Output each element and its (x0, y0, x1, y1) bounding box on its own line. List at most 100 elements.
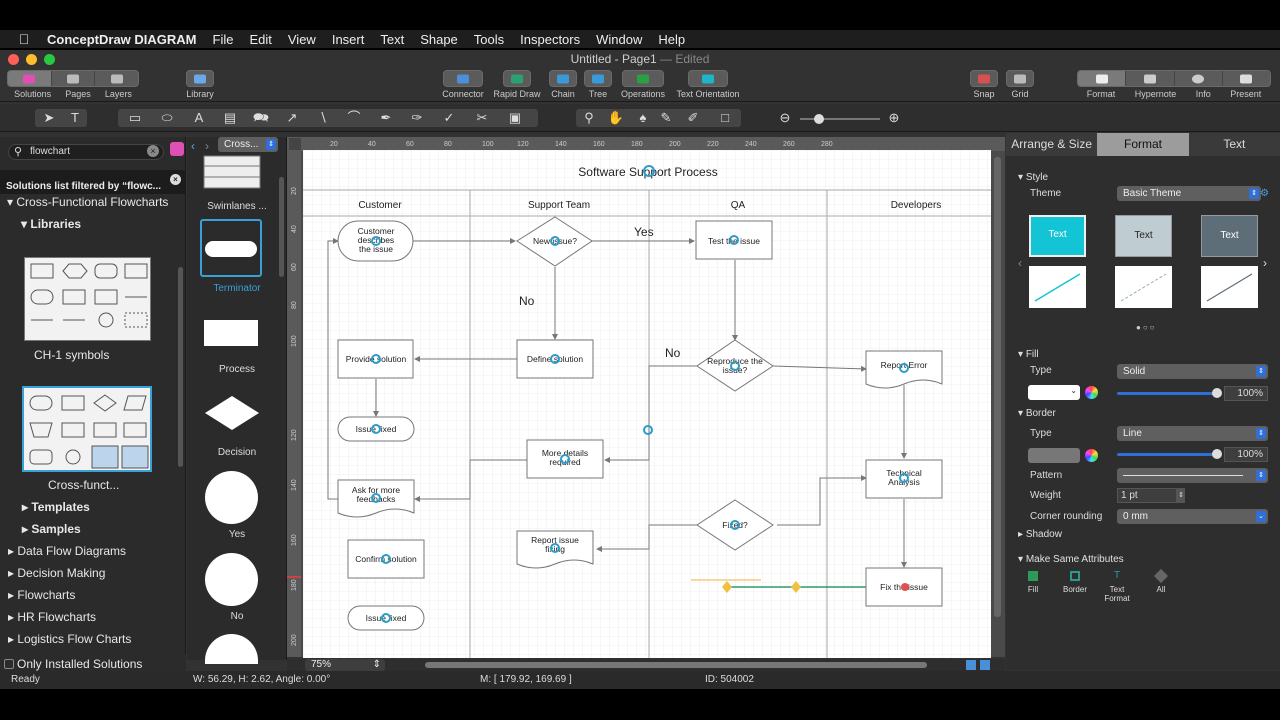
brush-tool-icon[interactable]: ✐ (680, 109, 706, 127)
fit-view-icon[interactable] (980, 660, 990, 670)
no-shape-icon[interactable] (205, 553, 258, 606)
layers-toggle[interactable] (95, 71, 138, 86)
fill-opacity-thumb[interactable] (1212, 388, 1222, 398)
text-tool-icon[interactable]: T (62, 109, 88, 127)
callout-tool-icon[interactable]: 🗪 (248, 109, 274, 127)
lane-qa[interactable]: QA (731, 200, 746, 211)
info-toggle[interactable] (1175, 71, 1223, 86)
zoom-slider-thumb[interactable] (814, 114, 824, 124)
menu-shape[interactable]: Shape (412, 32, 466, 47)
shadow-section[interactable]: ▸ Shadow (1018, 529, 1062, 540)
tree-templates[interactable]: ▸ Templates (22, 500, 208, 514)
left-panel-scrollbar[interactable] (178, 267, 183, 467)
canvas-vertical-scrollbar[interactable] (994, 157, 1001, 617)
tab-arrange-size[interactable]: Arrange & Size (1006, 133, 1098, 156)
solutions-toggle[interactable] (8, 71, 52, 86)
nav-back-icon[interactable]: ‹ (191, 139, 195, 153)
lane-developers[interactable]: Developers (891, 200, 942, 211)
menu-help[interactable]: Help (650, 32, 693, 47)
fill-type-select[interactable]: Solid ⇕ (1117, 364, 1268, 379)
hand-tool-icon[interactable]: ✋ (603, 109, 629, 127)
bezier-tool-icon[interactable]: ✑ (404, 109, 430, 127)
minimize-window-button[interactable] (26, 54, 37, 65)
chain-button[interactable]: Chain (547, 70, 579, 99)
nav-forward-icon[interactable]: › (205, 139, 209, 153)
make-same-border-button[interactable]: Border (1060, 569, 1090, 594)
process-shape-icon[interactable] (204, 320, 258, 346)
border-color-picker-icon[interactable] (1085, 449, 1098, 462)
make-same-fill-button[interactable]: Fill (1023, 569, 1043, 594)
fill-opacity-slider[interactable] (1117, 388, 1222, 398)
tree-button[interactable]: Tree (583, 70, 613, 99)
menu-view[interactable]: View (280, 32, 324, 47)
only-installed-checkbox[interactable] (4, 659, 14, 669)
menu-window[interactable]: Window (588, 32, 650, 47)
make-same-section[interactable]: ▾ Make Same Attributes (1018, 554, 1124, 565)
pages-toggle[interactable] (52, 71, 96, 86)
library-thumb-ch1[interactable] (24, 257, 151, 341)
decision-shape-icon[interactable] (204, 395, 260, 431)
border-color-well[interactable] (1028, 448, 1080, 463)
line-style-dark-icon[interactable] (1201, 266, 1258, 308)
weight-stepper-icon[interactable]: ⇕ (1177, 488, 1185, 503)
connection-point-tool-icon[interactable]: ▣ (502, 109, 528, 127)
scissors-tool-icon[interactable]: ✂ (469, 109, 495, 127)
menu-text[interactable]: Text (372, 32, 412, 47)
zoom-window-button[interactable] (44, 54, 55, 65)
canvas-horizontal-scrollbar[interactable] (425, 662, 927, 668)
border-opacity-thumb[interactable] (1212, 449, 1222, 459)
rapid-draw-button[interactable]: Rapid Draw (491, 70, 543, 99)
hypernote-toggle[interactable] (1126, 71, 1175, 86)
style-section[interactable]: ▾ Style (1018, 172, 1048, 183)
theme-select[interactable]: Basic Theme ⇕ (1117, 186, 1261, 201)
format-toggle[interactable] (1078, 71, 1127, 86)
menu-file[interactable]: File (205, 32, 242, 47)
app-name-menu[interactable]: ConceptDraw DIAGRAM (39, 32, 205, 47)
diagram-page[interactable]: Software Support Process Customer Suppor… (303, 150, 991, 658)
solutions-brand-icon[interactable] (170, 142, 184, 156)
crop-tool-icon[interactable]: □ (712, 109, 738, 127)
fill-opacity-field[interactable]: 100% (1224, 386, 1268, 401)
snap-button[interactable]: Snap (969, 70, 999, 99)
text-orientation-button[interactable]: Text Orientation (673, 70, 743, 99)
arc-tool-icon[interactable]: ⌒ (341, 109, 367, 127)
pointer-tool-icon[interactable]: ➤ (36, 109, 62, 127)
terminator-shape[interactable] (200, 219, 262, 277)
tree-samples[interactable]: ▸ Samples (22, 522, 208, 536)
fix-issue-marker[interactable] (901, 583, 909, 591)
style-prev-icon[interactable]: ‹ (1018, 256, 1022, 270)
zoom-slider[interactable] (800, 114, 880, 124)
menu-edit[interactable]: Edit (241, 32, 279, 47)
make-same-all-button[interactable]: All (1151, 568, 1171, 594)
weight-field[interactable]: 1 pt (1117, 488, 1177, 503)
operations-button[interactable]: Operations (618, 70, 668, 99)
page-view-icon[interactable] (966, 660, 976, 670)
library-thumb-cross-functional[interactable] (22, 386, 152, 472)
menu-insert[interactable]: Insert (324, 32, 373, 47)
tree-decision-making[interactable]: ▸ Decision Making (8, 566, 194, 580)
only-installed-toggle[interactable]: Only Installed Solutions (0, 657, 186, 671)
swimlanes-shape-icon[interactable] (203, 155, 261, 189)
tab-text[interactable]: Text (1188, 133, 1280, 156)
rectangle-tool-icon[interactable]: ▭ (122, 109, 148, 127)
theme-settings-icon[interactable]: ⚙ (1260, 188, 1269, 199)
present-toggle[interactable] (1223, 71, 1270, 86)
eyedropper-tool-icon[interactable]: ✎ (653, 109, 679, 127)
tree-flowcharts[interactable]: ▸ Flowcharts (8, 588, 194, 602)
fill-color-well[interactable]: ⌄ (1028, 385, 1080, 400)
menu-inspectors[interactable]: Inspectors (512, 32, 588, 47)
border-section[interactable]: ▾ Border (1018, 408, 1056, 419)
tree-solution-cross-functional[interactable]: ▾ Cross-Functional Flowcharts (7, 195, 193, 209)
border-opacity-slider[interactable] (1117, 449, 1222, 459)
circle-shape-icon[interactable] (205, 634, 258, 664)
zoom-in-icon[interactable]: ⊕ (883, 109, 905, 127)
fill-section[interactable]: ▾ Fill (1018, 349, 1039, 360)
tab-format[interactable]: Format (1097, 133, 1189, 156)
lane-support-team[interactable]: Support Team (528, 200, 590, 211)
text-block-tool-icon[interactable]: A (186, 109, 212, 127)
tree-data-flow-diagrams[interactable]: ▸ Data Flow Diagrams (8, 544, 194, 558)
corner-rounding-select[interactable]: 0 mm ⌄ (1117, 509, 1268, 524)
line-style-dashed-icon[interactable] (1115, 266, 1172, 308)
fill-color-picker-icon[interactable] (1085, 386, 1098, 399)
connector-button[interactable]: Connector (439, 70, 487, 99)
